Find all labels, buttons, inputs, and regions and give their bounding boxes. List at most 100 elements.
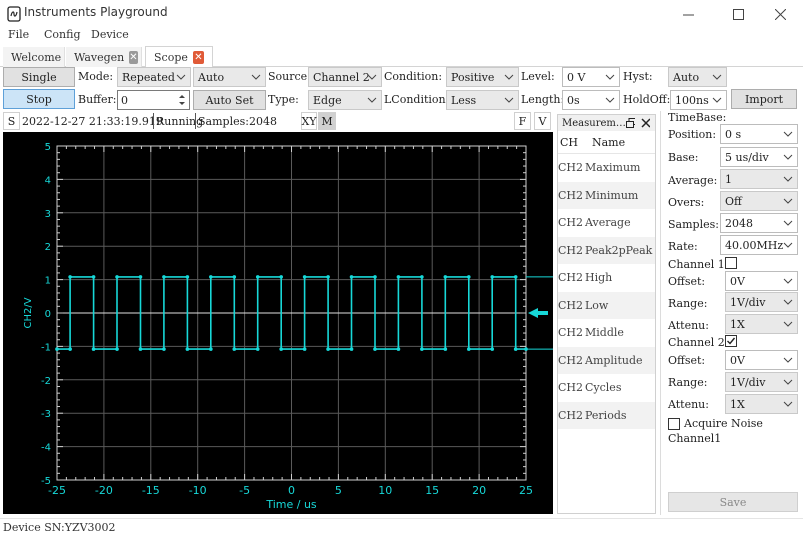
list-item[interactable]: CH2 Middle <box>558 319 655 347</box>
list-item[interactable]: CH2 Peak2pPeak <box>558 236 655 264</box>
sample-point <box>420 347 424 351</box>
chevron-down-icon <box>367 97 377 103</box>
average-select[interactable]: 1 <box>720 169 798 189</box>
ch2-attenu-select[interactable]: 1X <box>725 394 798 414</box>
xy-button[interactable]: XY <box>301 112 317 130</box>
scope-chart[interactable]: -25 -20 -15 -10 -5 0 5 10 15 20 25543210-1-2-3-4-5… <box>3 132 553 514</box>
ch1-range-select[interactable]: 1V/div <box>725 292 798 312</box>
channel2-checkbox[interactable] <box>725 335 737 347</box>
chevron-down-icon <box>251 74 261 80</box>
measurement-name: Minimum <box>585 188 639 202</box>
lcondition-value: Less <box>451 93 477 107</box>
source-select[interactable]: Channel 2 <box>308 67 382 87</box>
sample-point <box>302 347 307 351</box>
tab-wavegen[interactable]: Wavegen ✕ <box>66 47 142 67</box>
list-item[interactable]: CH2 Minimum <box>558 181 655 209</box>
x-tick-label: -20 <box>95 484 113 497</box>
length-select[interactable]: 0s <box>562 90 620 110</box>
acquire-noise-checkbox[interactable] <box>668 418 680 430</box>
menu-device[interactable]: Device <box>91 28 129 41</box>
mode-select[interactable]: Repeated <box>117 67 191 87</box>
v-button[interactable]: V <box>534 112 551 130</box>
stepper-arrows-icon[interactable] <box>178 93 186 107</box>
chevron-down-icon <box>783 198 793 204</box>
ch1-attenu-select[interactable]: 1X <box>725 314 798 334</box>
lcondition-label: LCondition: <box>384 93 450 106</box>
condition-select[interactable]: Positive <box>446 67 519 87</box>
chevron-down-icon <box>367 74 377 80</box>
list-item[interactable]: CH2 Low <box>558 291 655 319</box>
chevron-down-icon <box>605 74 615 80</box>
ch2-range-label: Range: <box>668 376 708 389</box>
x-tick-label: 15 <box>425 484 439 497</box>
measurement-name: Periods <box>585 408 627 422</box>
ch2-range-select[interactable]: 1V/div <box>725 372 798 392</box>
menu-config[interactable]: Config <box>44 28 81 41</box>
sample-point <box>185 347 190 351</box>
list-item[interactable]: CH2 High <box>558 264 655 292</box>
tab-close-icon[interactable]: ✕ <box>129 50 138 64</box>
chevron-down-icon <box>783 220 793 226</box>
x-tick-label: 10 <box>378 484 392 497</box>
holdoff-select[interactable]: 100ns <box>670 90 727 110</box>
lcondition-select[interactable]: Less <box>446 90 519 110</box>
tab-scope[interactable]: Scope ✕ <box>145 46 213 68</box>
overs-select[interactable]: Off <box>720 191 798 211</box>
maximize-button[interactable] <box>715 0 761 28</box>
f-button[interactable]: F <box>514 112 531 130</box>
autoset-button[interactable]: Auto Set <box>193 90 266 110</box>
sample-point <box>255 347 260 351</box>
list-item[interactable]: CH2 Maximum <box>558 154 655 182</box>
measurement-channel: CH2 <box>558 243 584 257</box>
column-header-ch: CH <box>559 136 578 149</box>
level-select[interactable]: 0 V <box>562 67 620 87</box>
import-button[interactable]: Import <box>731 89 797 109</box>
chevron-down-icon <box>783 299 793 305</box>
minimize-button[interactable] <box>665 0 711 28</box>
scope-display[interactable]: -25 -20 -15 -10 -5 0 5 10 15 20 25 5 4 3 2 1 0 -1 -2 -3 -4 -5… <box>3 132 553 514</box>
close-icon[interactable] <box>641 118 650 128</box>
ch1-offset-select[interactable]: 0V <box>725 271 798 291</box>
hyst-select[interactable]: Auto <box>668 67 727 87</box>
measurement-channel: CH2 <box>558 271 584 285</box>
list-item[interactable]: CH2 Average <box>558 209 655 237</box>
list-item[interactable]: CH2 Amplitude <box>558 346 655 374</box>
ch2-offset-select[interactable]: 0V <box>725 350 798 370</box>
buffer-stepper[interactable]: 0 <box>117 90 190 110</box>
sample-point <box>490 347 495 351</box>
tab-close-icon[interactable]: ✕ <box>192 50 204 64</box>
measurement-channel: CH2 <box>558 408 584 422</box>
tab-welcome[interactable]: Welcome <box>3 47 65 67</box>
measurement-name: Peak2pPeak <box>585 243 653 257</box>
mode2-select[interactable]: Auto <box>193 67 266 87</box>
sample-point <box>513 347 518 351</box>
ch2-offset-value: 0V <box>730 353 745 367</box>
device-sn: Device SN:YZV3002 <box>3 521 116 534</box>
m-button[interactable]: M <box>318 112 336 130</box>
close-button[interactable] <box>757 0 803 28</box>
status-bar: Device SN:YZV3002 <box>0 518 803 535</box>
menu-file[interactable]: File <box>8 28 29 41</box>
list-item[interactable]: CH2 Cycles <box>558 374 655 402</box>
measurement-channel: CH2 <box>558 161 584 175</box>
measurement-channel: CH2 <box>558 353 584 367</box>
single-button[interactable]: Single <box>3 67 75 87</box>
stop-button[interactable]: Stop <box>3 89 75 109</box>
list-item[interactable]: CH2 Periods <box>558 401 655 429</box>
mode-label: Mode: <box>78 70 114 83</box>
mode2-value: Auto <box>198 70 225 84</box>
base-select[interactable]: 5 us/div <box>720 147 798 167</box>
chevron-down-icon <box>783 278 793 284</box>
x-tick-label: 0 <box>288 484 295 497</box>
save-button[interactable]: Save <box>668 492 798 512</box>
position-select[interactable]: 0 s <box>720 124 798 144</box>
window-title: Instruments Playground <box>24 5 168 19</box>
float-icon[interactable] <box>625 117 636 129</box>
channel1-checkbox[interactable] <box>725 257 737 269</box>
s-button[interactable]: S <box>3 112 20 130</box>
rate-select[interactable]: 40.00MHz <box>720 235 798 255</box>
samples-select[interactable]: 2048 <box>720 213 798 233</box>
type-select[interactable]: Edge <box>308 90 382 110</box>
y-tick-label: -1 <box>41 342 51 353</box>
maximize-icon <box>732 8 744 20</box>
